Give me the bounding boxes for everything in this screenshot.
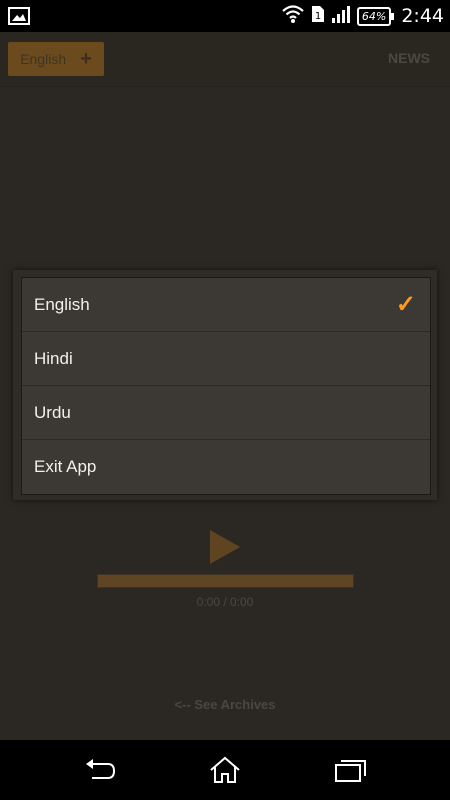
- language-button[interactable]: English +: [8, 42, 104, 76]
- option-hindi[interactable]: Hindi: [22, 332, 430, 386]
- language-button-label: English: [20, 51, 67, 67]
- action-bar: English + NEWS: [0, 32, 450, 87]
- battery-indicator: 64%: [356, 6, 395, 26]
- image-notification-icon: [8, 7, 30, 25]
- option-label: Hindi: [34, 348, 73, 368]
- back-icon[interactable]: [80, 756, 120, 784]
- see-archives-link[interactable]: <-- See Archives: [0, 697, 450, 712]
- language-options-list: English ✓ Hindi Urdu Exit App: [21, 277, 431, 495]
- playback-time: 0:00 / 0:00: [196, 595, 254, 609]
- clock: 2:44: [401, 5, 444, 27]
- sim-icon: 1: [311, 5, 325, 27]
- signal-icon: [331, 5, 351, 27]
- option-urdu[interactable]: Urdu: [22, 386, 430, 440]
- option-exit-app[interactable]: Exit App: [22, 440, 430, 493]
- progress-bar[interactable]: [97, 574, 354, 588]
- home-icon[interactable]: [205, 756, 245, 784]
- option-english[interactable]: English ✓: [22, 278, 430, 332]
- play-icon[interactable]: [210, 530, 240, 564]
- news-button[interactable]: NEWS: [388, 50, 430, 66]
- svg-text:1: 1: [315, 11, 321, 22]
- option-label: Exit App: [34, 456, 97, 476]
- status-bar: 1 64% 2:44: [0, 0, 450, 32]
- option-label: Urdu: [34, 402, 71, 422]
- option-label: English: [34, 294, 90, 314]
- check-icon: ✓: [395, 291, 416, 318]
- navigation-bar: [0, 740, 450, 800]
- recent-apps-icon[interactable]: [330, 756, 370, 784]
- language-dialog: English ✓ Hindi Urdu Exit App: [13, 270, 437, 500]
- wifi-icon: [281, 4, 305, 28]
- plus-icon: +: [80, 48, 92, 70]
